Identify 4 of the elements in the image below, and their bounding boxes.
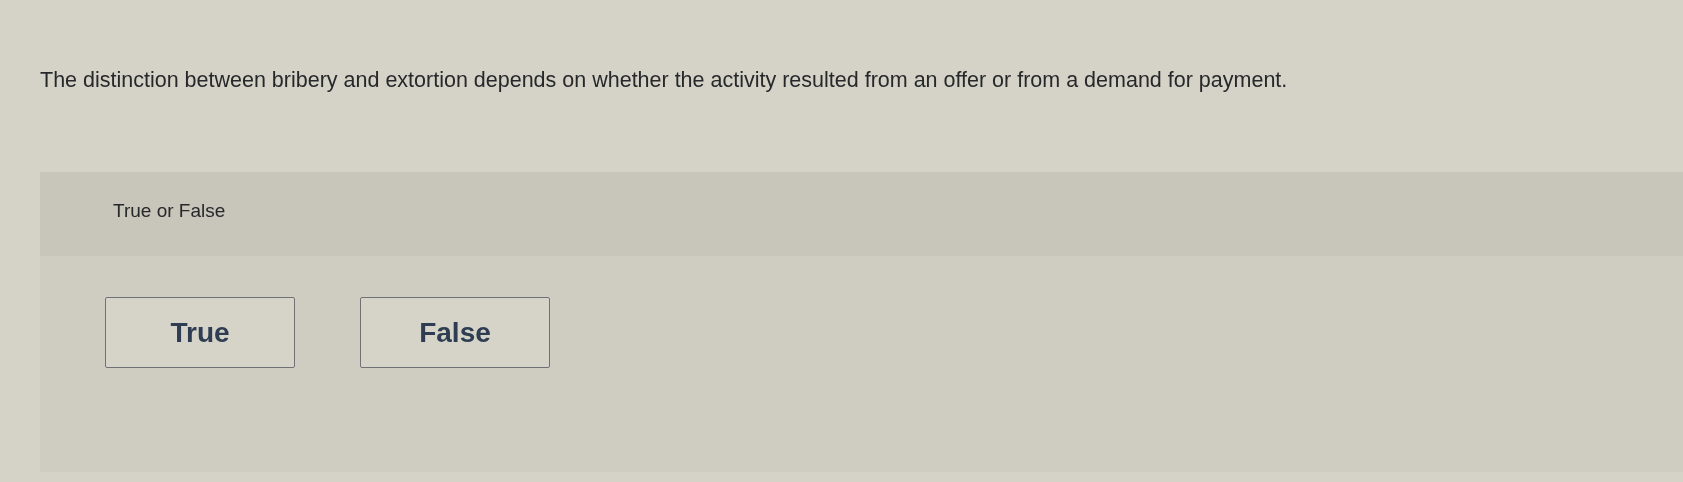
answer-button[interactable]: True (105, 297, 295, 368)
answer-button[interactable]: False (360, 297, 550, 368)
prompt-text: True or False (113, 200, 226, 221)
question-text: The distinction between bribery and extortion depends on whether the activity resulted from an offer or from a demand for payment. (39, 67, 1289, 94)
